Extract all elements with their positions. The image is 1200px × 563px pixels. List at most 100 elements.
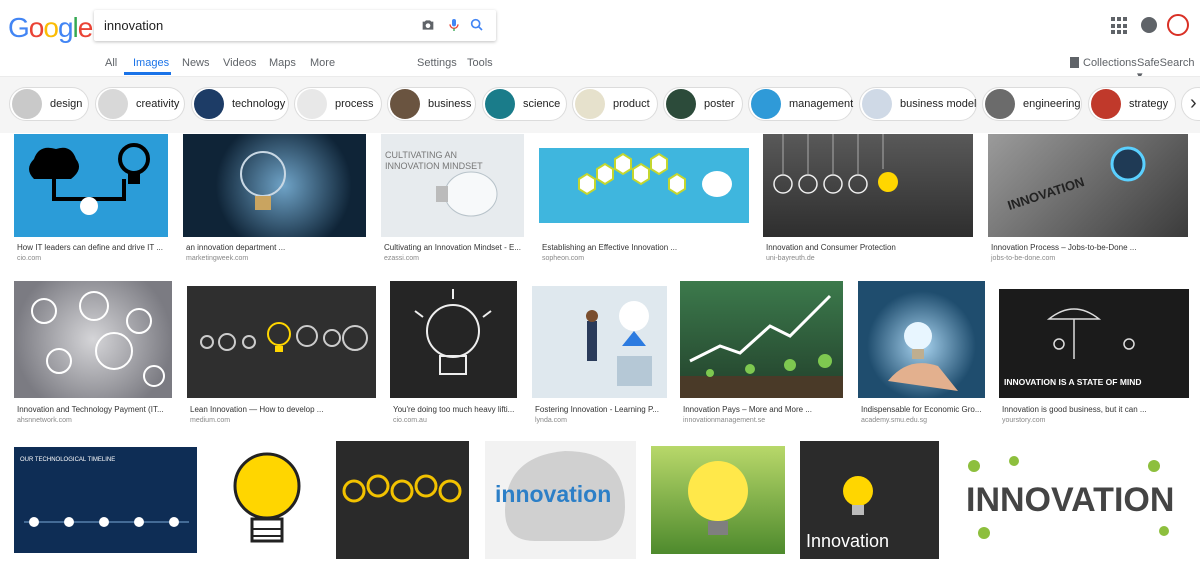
chip-poster[interactable]: poster bbox=[663, 87, 743, 121]
chip-thumbnail bbox=[1091, 89, 1121, 119]
chip-thumbnail bbox=[985, 89, 1015, 119]
apps-grid-icon[interactable] bbox=[1111, 17, 1127, 35]
logo-letter: o bbox=[28, 12, 45, 43]
result-site: jobs-to-be-done.com bbox=[991, 255, 1056, 262]
chip-thumbnail bbox=[666, 89, 696, 119]
chip-thumbnail bbox=[98, 89, 128, 119]
result-thumbnail bbox=[336, 441, 469, 559]
chip-management[interactable]: management bbox=[748, 87, 853, 121]
result-thumbnail bbox=[539, 134, 749, 237]
result-site: medium.com bbox=[190, 417, 231, 424]
tab-news[interactable]: News bbox=[182, 57, 210, 69]
innovation-icons-icon bbox=[968, 456, 1169, 539]
chip-thumbnail bbox=[12, 89, 42, 119]
avatar[interactable] bbox=[1167, 14, 1189, 36]
result-title[interactable]: Innovation and Technology Payment (IT... bbox=[17, 405, 164, 414]
search-icon[interactable] bbox=[469, 17, 485, 33]
result-thumbnail: innovation bbox=[485, 441, 636, 559]
result-title[interactable]: Innovation Pays – More and More ... bbox=[683, 405, 812, 414]
result-title[interactable]: Fostering Innovation - Learning P... bbox=[535, 405, 659, 414]
result-title[interactable]: Lean Innovation — How to develop ... bbox=[190, 405, 323, 414]
result-thumbnail: INNOVATION IS A STATE OF MIND bbox=[999, 289, 1189, 398]
settings-link[interactable]: Settings bbox=[417, 57, 457, 69]
tab-maps[interactable]: Maps bbox=[269, 57, 296, 69]
logo-letter: e bbox=[77, 12, 94, 43]
result-thumbnail bbox=[532, 286, 667, 398]
chip-label: management bbox=[789, 98, 854, 110]
chevron-right-icon[interactable]: › bbox=[1181, 87, 1200, 121]
chip-label: product bbox=[613, 98, 650, 110]
result-image-text: Innovation bbox=[806, 531, 890, 551]
chip-creativity[interactable]: creativity bbox=[95, 87, 185, 121]
result-site: uni-bayreuth.de bbox=[766, 255, 815, 262]
logo-letter: G bbox=[8, 12, 30, 43]
result-title[interactable]: Cultivating an Innovation Mindset - E... bbox=[384, 243, 521, 252]
result-site: lynda.com bbox=[535, 417, 567, 424]
result-site: yourstory.com bbox=[1002, 417, 1046, 424]
active-tab-indicator bbox=[124, 72, 171, 75]
chip-technology[interactable]: technology bbox=[191, 87, 289, 121]
result-site: ahsnnetwork.com bbox=[17, 417, 72, 424]
result-title[interactable]: You're doing too much heavy lifti... bbox=[393, 405, 514, 414]
power-button-icon bbox=[1110, 146, 1146, 182]
chip-thumbnail bbox=[575, 89, 605, 119]
search-input[interactable] bbox=[104, 15, 404, 35]
chip-label: engineering bbox=[1023, 98, 1081, 110]
result-thumbnail: OUR TECHNOLOGICAL TIMELINE bbox=[14, 447, 197, 553]
chip-label: science bbox=[523, 98, 561, 110]
tab-images[interactable]: Images bbox=[133, 57, 169, 69]
chip-label: strategy bbox=[1129, 98, 1169, 110]
tools-link[interactable]: Tools bbox=[467, 57, 493, 69]
collections-label: Collections bbox=[1083, 57, 1137, 69]
result-site: cio.com bbox=[17, 255, 42, 262]
giant-lightbulb-icon bbox=[688, 461, 748, 535]
result-title[interactable]: Innovation Process – Jobs-to-be-Done ... bbox=[991, 243, 1136, 252]
camera-icon[interactable] bbox=[420, 17, 436, 33]
result-title[interactable]: Innovation is good business, but it can … bbox=[1002, 405, 1147, 414]
chip-process[interactable]: process bbox=[294, 87, 382, 121]
chip-label: design bbox=[50, 98, 83, 110]
gear-chain-icon bbox=[342, 474, 462, 503]
chip-thumbnail bbox=[390, 89, 420, 119]
logo-letter: g bbox=[57, 12, 74, 43]
google-logo[interactable]: Google bbox=[8, 12, 94, 44]
microphone-icon[interactable] bbox=[446, 17, 462, 33]
result-title[interactable]: an innovation department ... bbox=[186, 243, 285, 252]
result-site: ezassi.com bbox=[384, 255, 420, 262]
result-thumbnail bbox=[14, 134, 168, 237]
result-thumbnail bbox=[763, 134, 973, 237]
result-title[interactable]: Establishing an Effective Innovation ... bbox=[542, 243, 677, 252]
result-site: innovationmanagement.se bbox=[683, 417, 766, 424]
chip-strategy[interactable]: strategy bbox=[1088, 87, 1176, 121]
tab-more[interactable]: More bbox=[310, 57, 335, 69]
brain-lightbulb-icon bbox=[29, 143, 150, 215]
result-title[interactable]: Indispensable for Economic Gro... bbox=[861, 405, 982, 414]
growth-arrow-icon bbox=[680, 294, 843, 398]
result-thumbnail bbox=[14, 281, 172, 398]
chip-science[interactable]: science bbox=[482, 87, 567, 121]
tab-all[interactable]: All bbox=[105, 57, 117, 69]
collections-icon bbox=[1070, 57, 1079, 68]
chip-engineering[interactable]: engineering bbox=[982, 87, 1082, 121]
chip-thumbnail bbox=[862, 89, 892, 119]
collections-link[interactable]: Collections bbox=[1070, 57, 1137, 69]
chip-design[interactable]: design bbox=[9, 87, 89, 121]
result-title[interactable]: Innovation and Consumer Protection bbox=[766, 243, 896, 252]
result-title[interactable]: How IT leaders can define and drive IT .… bbox=[17, 243, 163, 252]
shattered-lightbulb-icon bbox=[240, 151, 286, 210]
result-thumbnail bbox=[390, 281, 517, 398]
technology-icons-network bbox=[31, 291, 165, 387]
timeline-icon bbox=[24, 517, 189, 527]
related-chips-bar: design creativity technology process bus… bbox=[0, 77, 1200, 133]
chip-product[interactable]: product bbox=[572, 87, 658, 121]
chip-business[interactable]: business bbox=[387, 87, 476, 121]
chip-label: business bbox=[428, 98, 472, 110]
hand-lightbulb-icon bbox=[888, 322, 958, 391]
chip-business-model[interactable]: business model bbox=[859, 87, 977, 121]
chip-thumbnail bbox=[485, 89, 515, 119]
tab-videos[interactable]: Videos bbox=[223, 57, 256, 69]
gears-lightbulb-icon bbox=[200, 322, 368, 352]
result-site: cio.com.au bbox=[393, 417, 427, 424]
notifications-icon[interactable] bbox=[1141, 17, 1157, 33]
search-box bbox=[94, 10, 496, 41]
